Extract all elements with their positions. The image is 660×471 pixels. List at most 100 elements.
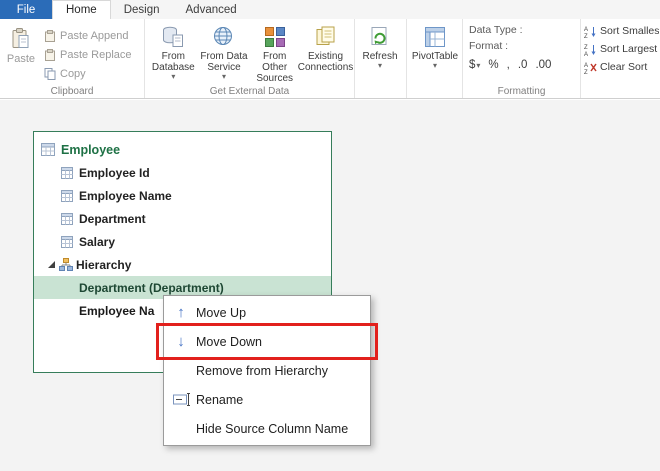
menu-item-label: Remove from Hierarchy [196,363,328,378]
menu-item-hide-source-column-name[interactable]: Hide Source Column Name [166,414,368,443]
clipboard-icon [44,29,56,42]
copy-icon [44,67,56,80]
paste-replace-label: Paste Replace [60,48,132,61]
sort-group: AZ Sort Smalles ZA Sort Largest AZ Clear… [581,19,660,98]
get-external-data-group-label: Get External Data [209,86,290,97]
paste-label: Paste [6,53,36,65]
paste-append-label: Paste Append [60,29,129,42]
hierarchy-icon [59,258,73,271]
from-data-service-button[interactable]: From Data Service [199,22,250,84]
svg-text:A: A [584,27,588,33]
sort-za-icon: ZA [584,43,597,56]
menu-item-move-up[interactable]: Move Up [166,298,368,327]
svg-text:Z: Z [584,45,588,51]
menu-item-rename[interactable]: Rename [166,385,368,414]
increase-decimal-icon: .0 [517,59,528,71]
field-row-employee-name[interactable]: Employee Name [34,184,331,207]
percent-symbol: % [488,59,499,71]
comma-symbol: , [506,59,510,71]
from-database-label-line1: From [161,51,185,62]
from-database-button[interactable]: From Database [148,22,199,84]
svg-text:Z: Z [584,70,588,74]
table-header-row[interactable]: Employee [34,138,331,161]
connections-icon [314,25,338,49]
decrease-decimal-icon: .00 [535,59,552,71]
increase-decimal-button[interactable]: .0 [518,59,528,71]
field-row-salary[interactable]: Salary [34,230,331,253]
column-icon [61,189,73,202]
clear-sort-label: Clear Sort [600,61,648,73]
pivottable-icon [423,25,447,49]
paste-append-button[interactable]: Paste Append [44,28,132,43]
rename-icon [166,393,196,406]
thousands-separator-button[interactable]: , [507,59,510,71]
from-data-service-label-line1: From Data [200,51,248,62]
field-row-department[interactable]: Department [34,207,331,230]
sort-smallest-label: Sort Smalles [600,25,659,37]
field-row-employee-id[interactable]: Employee Id [34,161,331,184]
sort-largest-button[interactable]: ZA Sort Largest [584,40,659,58]
formatting-group-label: Formatting [497,86,546,97]
field-label: Employee Id [79,165,150,180]
menu-item-label: Rename [196,392,244,407]
move-up-icon [166,305,196,320]
menu-item-move-down[interactable]: Move Down [166,327,368,356]
menu-item-label: Move Down [196,334,262,349]
from-other-sources-label-line1: From Other [262,51,288,73]
clipboard-group-label: Clipboard [50,86,94,97]
paste-icon [9,27,33,51]
clear-sort-icon: AZ [584,61,597,74]
refresh-group: Refresh [355,19,407,98]
hierarchy-row[interactable]: Hierarchy [34,253,331,276]
expand-triangle-icon[interactable] [47,260,56,269]
copy-button[interactable]: Copy [44,66,132,81]
percent-format-button[interactable]: % [488,59,498,71]
pivottable-button[interactable]: PivotTable [410,22,460,69]
currency-format-button[interactable]: $ [469,59,480,71]
menu-item-label: Move Up [196,305,247,320]
dropdown-caret-icon [222,73,226,80]
existing-connections-label-line1: Existing [308,51,344,62]
field-label: Department [79,211,146,226]
workspace: Employee Employee Id Employee Name Depar… [0,100,660,471]
svg-text:Z: Z [584,34,588,38]
get-external-data-group: From Database From Data Service [145,19,355,98]
column-icon [61,166,73,179]
currency-symbol: $ [469,59,476,71]
column-icon [61,235,73,248]
table-title: Employee [61,142,121,157]
field-label: Salary [79,234,116,249]
tab-design[interactable]: Design [111,0,173,19]
clear-sort-button[interactable]: AZ Clear Sort [584,58,659,76]
decrease-decimal-button[interactable]: .00 [535,59,551,71]
ribbon-tab-bar: File Home Design Advanced [0,0,660,19]
paste-replace-button[interactable]: Paste Replace [44,47,132,62]
tab-file[interactable]: File [0,0,52,19]
svg-text:A: A [584,52,588,56]
sort-smallest-button[interactable]: AZ Sort Smalles [584,22,659,40]
tab-advanced[interactable]: Advanced [173,0,250,19]
menu-item-remove-from-hierarchy[interactable]: Remove from Hierarchy [166,356,368,385]
refresh-icon [368,25,392,49]
dropdown-caret-icon [476,59,480,71]
refresh-button[interactable]: Refresh [358,22,402,69]
table-icon [41,143,55,156]
dropdown-caret-icon [378,62,382,69]
hierarchy-child-label: Department (Department) [79,280,224,295]
paste-button[interactable]: Paste [3,22,39,81]
clipboard-group: Paste Paste Append Paste Replace Copy Cl… [0,19,145,98]
globe-icon [212,25,236,49]
data-type-label: Data Type : [469,24,523,36]
format-label: Format : [469,40,509,52]
context-menu: Move Up Move Down Remove from Hierarchy … [163,295,371,446]
clipboard-icon [44,48,56,61]
menu-item-label: Hide Source Column Name [196,421,349,436]
dropdown-caret-icon [433,62,437,69]
existing-connections-button[interactable]: Existing Connections [298,22,353,84]
pivottable-group: PivotTable [407,19,463,98]
tab-home[interactable]: Home [52,0,111,19]
hierarchy-child-label: Employee Na [79,303,155,318]
from-other-sources-label-line2: Sources [256,73,294,84]
from-other-sources-button[interactable]: From Other Sources [249,22,300,84]
sort-largest-label: Sort Largest [600,43,658,55]
